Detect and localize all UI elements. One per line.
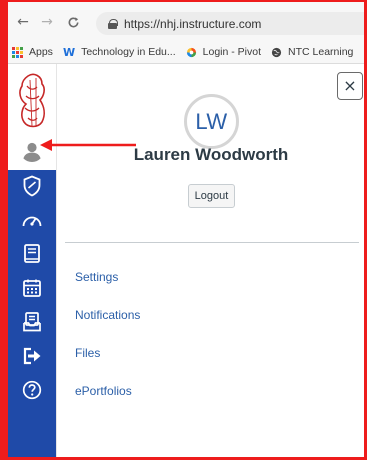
files-link[interactable]: Files (75, 346, 100, 360)
sidebar-item-courses[interactable] (18, 242, 46, 266)
settings-link[interactable]: Settings (75, 270, 118, 284)
reload-icon[interactable] (64, 13, 82, 31)
inbox-icon (23, 312, 41, 332)
bookmark-technology[interactable]: W Technology in Edu... (63, 46, 176, 59)
browser-chrome: ← → https://nhj.instructure.com Apps W T… (8, 2, 367, 64)
bookmark-label: Apps (29, 46, 53, 58)
bookmark-label: Login - Pivot (202, 46, 262, 58)
global-nav-sidebar (8, 64, 56, 457)
annotation-arrow-icon (40, 139, 136, 151)
school-logo-icon[interactable] (16, 72, 50, 130)
calendar-icon (23, 279, 41, 297)
notifications-link[interactable]: Notifications (75, 308, 140, 322)
bookmark-label: NTC Learning (288, 46, 354, 58)
bookmark-label: Technology in Edu... (81, 46, 176, 58)
address-bar[interactable]: https://nhj.instructure.com (96, 12, 367, 35)
gauge-icon (22, 216, 42, 227)
apps-grid-icon (12, 46, 23, 58)
divider (65, 242, 359, 243)
sidebar-item-help[interactable] (18, 378, 46, 402)
question-circle-icon (22, 380, 42, 400)
close-tray-button[interactable]: × (337, 72, 363, 100)
close-icon: × (343, 76, 357, 95)
sidebar-item-dashboard[interactable] (18, 208, 46, 232)
back-arrow-icon[interactable]: ← (14, 13, 32, 31)
browser-nav-row: ← → https://nhj.instructure.com (8, 10, 367, 38)
avatar[interactable]: LW (184, 94, 239, 149)
sidebar-item-calendar[interactable] (18, 276, 46, 300)
bookmark-apps[interactable]: Apps (12, 46, 53, 58)
shield-icon (23, 175, 41, 197)
w-logo-icon: W (62, 45, 76, 59)
arrow-exit-icon (23, 347, 41, 365)
url-text: https://nhj.instructure.com (124, 16, 262, 31)
bookmark-pivot[interactable]: Login - Pivot (186, 46, 261, 58)
pivot-logo-icon (186, 47, 197, 58)
sidebar-item-commons[interactable] (18, 344, 46, 368)
book-icon (24, 244, 40, 263)
globe-icon (271, 47, 282, 58)
bookmarks-bar: Apps W Technology in Edu... Login - Pivo… (8, 42, 364, 62)
logout-button[interactable]: Logout (188, 184, 235, 208)
lock-icon (108, 18, 118, 29)
account-tray: × LW Lauren Woodworth Logout Settings No… (56, 64, 364, 457)
bookmark-ntc[interactable]: NTC Learning (271, 46, 353, 58)
sidebar-item-admin[interactable] (18, 174, 46, 198)
forward-arrow-icon[interactable]: → (38, 13, 56, 31)
sidebar-item-inbox[interactable] (18, 310, 46, 334)
eportfolios-link[interactable]: ePortfolios (75, 384, 132, 398)
